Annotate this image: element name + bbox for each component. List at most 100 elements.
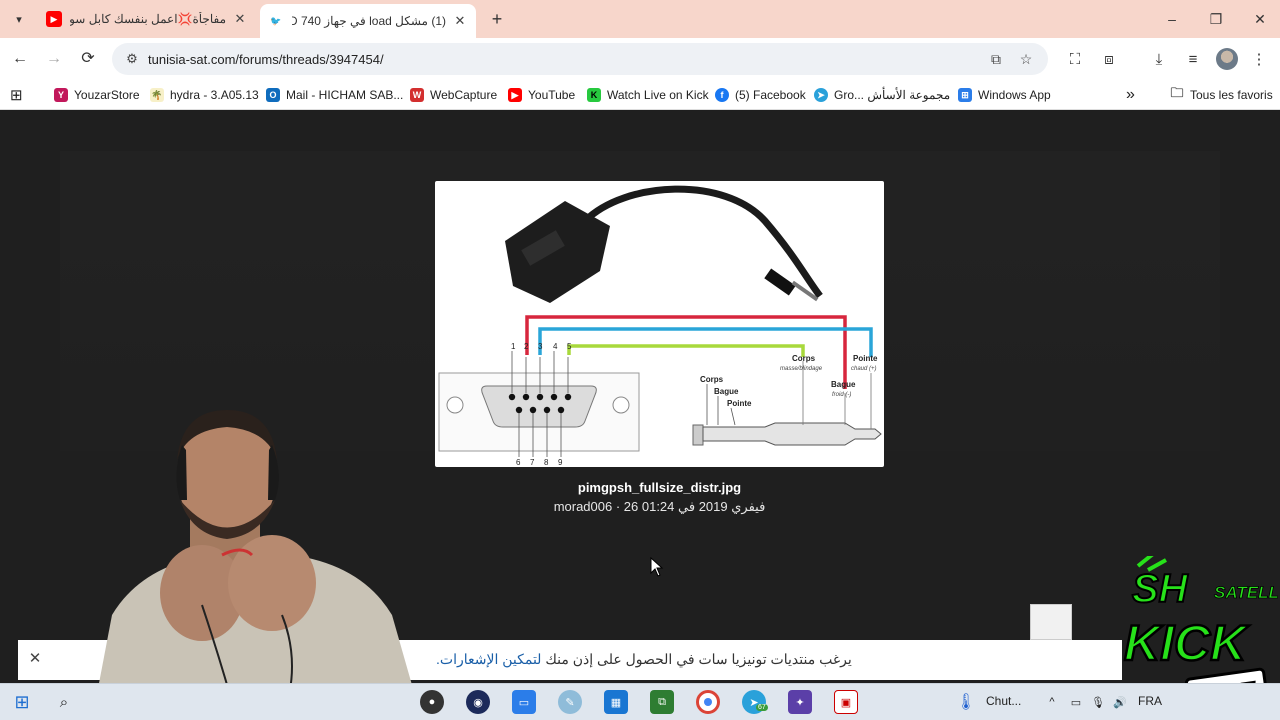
pin-label: 3 (538, 342, 543, 351)
file-transfer-icon[interactable]: ▭ (512, 690, 536, 714)
tab-close-icon[interactable]: ✕ (232, 11, 248, 27)
all-bookmarks-folder[interactable]: 🗀 Tous les favoris (1170, 85, 1273, 105)
tab-search-button[interactable]: ▾ (8, 8, 30, 30)
bookmark-telegram-group[interactable]: ➤ Gro... مجموعة الأسأش (814, 85, 950, 105)
address-bar[interactable]: ⚙ tunisia-sat.com/forums/threads/3947454… (112, 43, 1048, 75)
tab-active[interactable]: 🐦 (1) مشكل load في جهاز 740 HD ✕ (260, 4, 476, 38)
bookmark-windows-app[interactable]: ⊞ Windows App (958, 85, 1051, 105)
tab-title: (1) مشكل load في جهاز 740 HD (292, 14, 446, 28)
bookmark-mail[interactable]: O Mail - HICHAM SAB... (266, 85, 403, 105)
network-icon[interactable]: ▭ (1064, 690, 1088, 714)
close-icon[interactable]: ✕ (26, 650, 44, 668)
chrome-icon[interactable] (696, 690, 720, 714)
screenshot-icon[interactable]: ⛶ (1064, 49, 1086, 71)
site-info-icon[interactable]: ⚙ (122, 51, 142, 67)
telegram-taskbar-icon[interactable]: ➤ 67 (742, 690, 768, 714)
search-icon[interactable]: ⌕ (52, 690, 76, 714)
pointe-sub-label: chaud (+) (851, 366, 877, 372)
language-indicator[interactable]: FRA (1138, 694, 1162, 708)
notification-message: يرغب منتديات تونيزيا سات في الحصول على إ… (436, 651, 852, 668)
start-button[interactable]: ⊞ (10, 690, 34, 714)
small-card (1030, 604, 1072, 640)
calculator-icon[interactable]: ▦ (604, 690, 628, 714)
green-wire (567, 344, 805, 357)
bookmark-webcapture[interactable]: W WebCapture (410, 85, 497, 105)
satellite-tool-icon[interactable]: ✦ (788, 690, 812, 714)
outlook-icon: O (266, 88, 280, 102)
bookmark-facebook[interactable]: f (5) Facebook (715, 85, 806, 105)
facebook-icon: f (715, 88, 729, 102)
browser-toolbar: ← → ⟳ ⚙ tunisia-sat.com/forums/threads/3… (0, 38, 1280, 80)
bague-small-label: Bague (714, 387, 739, 396)
tab-title: مفاجأة💢اعمل بنفسك كابل سوف (70, 12, 226, 26)
telegram-icon: ➤ (814, 88, 828, 102)
pointe-small-label: Pointe (727, 399, 752, 408)
forward-button[interactable]: → (42, 47, 66, 71)
new-tab-button[interactable]: + (486, 8, 508, 30)
bookmark-star-icon[interactable]: ☆ (1016, 49, 1036, 69)
youtube-icon: ▶ (508, 88, 522, 102)
pointe-label: Pointe (853, 354, 878, 363)
download-icon[interactable]: ⤓ (1148, 49, 1170, 71)
bookmark-label: WebCapture (430, 88, 498, 102)
microphone-icon[interactable]: 🎙 (1086, 690, 1110, 714)
bookmark-label: Gro... مجموعة الأسأش (834, 88, 951, 102)
youtube-icon: ▶ (46, 11, 62, 27)
reload-button[interactable]: ⟳ (76, 47, 100, 71)
pin-label: 2 (524, 342, 529, 351)
paint-icon[interactable]: ✎ (558, 690, 582, 714)
apps-grid-icon[interactable]: ⊞ (10, 85, 23, 105)
corps-small-label: Corps (700, 375, 724, 384)
logo-kick: KICK (1124, 615, 1250, 671)
show-hidden-icons-icon[interactable]: ^ (1040, 690, 1064, 714)
bookmark-hydra[interactable]: 🌴 hydra - 3.A05.13 (150, 85, 259, 105)
maximize-button[interactable]: ❐ (1196, 6, 1236, 32)
jack-plug (764, 268, 796, 296)
minimize-button[interactable]: – (1152, 6, 1192, 32)
close-window-button[interactable]: ✕ (1240, 6, 1280, 32)
windows-taskbar: ⊞ ⌕ ● ◉ ▭ ✎ ▦ ⧉ ➤ 67 ✦ ▣ 🌡 Chut... ^ ▭ 🎙 … (0, 683, 1280, 720)
bookmark-youtube[interactable]: ▶ YouTube (508, 85, 575, 105)
notification-text: يرغب منتديات تونيزيا سات في الحصول على إ… (541, 651, 852, 667)
enable-notifications-link[interactable]: لتمكين الإشعارات. (436, 651, 541, 667)
extensions-icon[interactable]: ⧈ (1098, 49, 1120, 71)
back-button[interactable]: ← (8, 47, 32, 71)
bookmark-label: Mail - HICHAM SAB... (286, 88, 404, 102)
pin-label: 9 (558, 458, 563, 467)
bookmarks-bar: ⊞ Y YouzarStore 🌴 hydra - 3.A05.13 O Mail -… (0, 80, 1280, 110)
bookmark-label: YouTube (528, 88, 576, 102)
bookmark-label: Tous les favoris (1190, 88, 1273, 102)
bookmark-label: (5) Facebook (735, 88, 806, 102)
app-switcher-icon[interactable]: ⧉ (650, 690, 674, 714)
bookmarks-overflow-button[interactable]: » (1126, 85, 1135, 105)
lightbox-image[interactable]: 1 2 3 4 5 6 7 8 9 Corps masse/blindage P… (435, 181, 884, 467)
tunisia-sat-icon: 🐦 (268, 13, 284, 29)
tab-inactive[interactable]: ▶ مفاجأة💢اعمل بنفسك كابل سوف ✕ (38, 4, 256, 34)
logo-satellite: SATELLITE (1214, 583, 1278, 602)
app-icon-red[interactable]: ▣ (834, 690, 858, 714)
bookmark-youzarstore[interactable]: Y YouzarStore (54, 85, 140, 105)
webcam-overlay (92, 410, 422, 720)
bookmark-label: Watch Live on Kick (607, 88, 709, 102)
telegram-badge: 67 (756, 704, 768, 711)
install-app-icon[interactable]: ⧉ (986, 49, 1006, 69)
recorder-icon[interactable]: ● (420, 690, 444, 714)
mouse-cursor-icon (650, 557, 664, 577)
hydra-icon: 🌴 (150, 88, 164, 102)
bookmark-label: hydra - 3.A05.13 (170, 88, 259, 102)
image-meta: morad006 · 26 فيفري 2019 في 01:24 (553, 499, 766, 514)
profile-avatar[interactable] (1216, 48, 1238, 70)
tab-close-icon[interactable]: ✕ (452, 13, 468, 29)
folder-icon: 🗀 (1170, 85, 1184, 100)
pin-label: 7 (530, 458, 535, 467)
volume-icon[interactable]: 🔊 (1108, 690, 1132, 714)
weather-text[interactable]: Chut... (986, 694, 1021, 708)
url-text[interactable]: tunisia-sat.com/forums/threads/3947454/ (148, 52, 384, 67)
pin-label: 5 (567, 342, 572, 351)
camera-app-icon[interactable]: ◉ (466, 690, 490, 714)
menu-icon[interactable]: ⋮ (1248, 49, 1270, 71)
blue-wire (538, 327, 873, 357)
wiring-diagram: 1 2 3 4 5 6 7 8 9 Corps masse/blindage P… (438, 185, 882, 467)
media-queue-icon[interactable]: ≡ (1182, 49, 1204, 71)
bookmark-kick[interactable]: K Watch Live on Kick (587, 85, 709, 105)
